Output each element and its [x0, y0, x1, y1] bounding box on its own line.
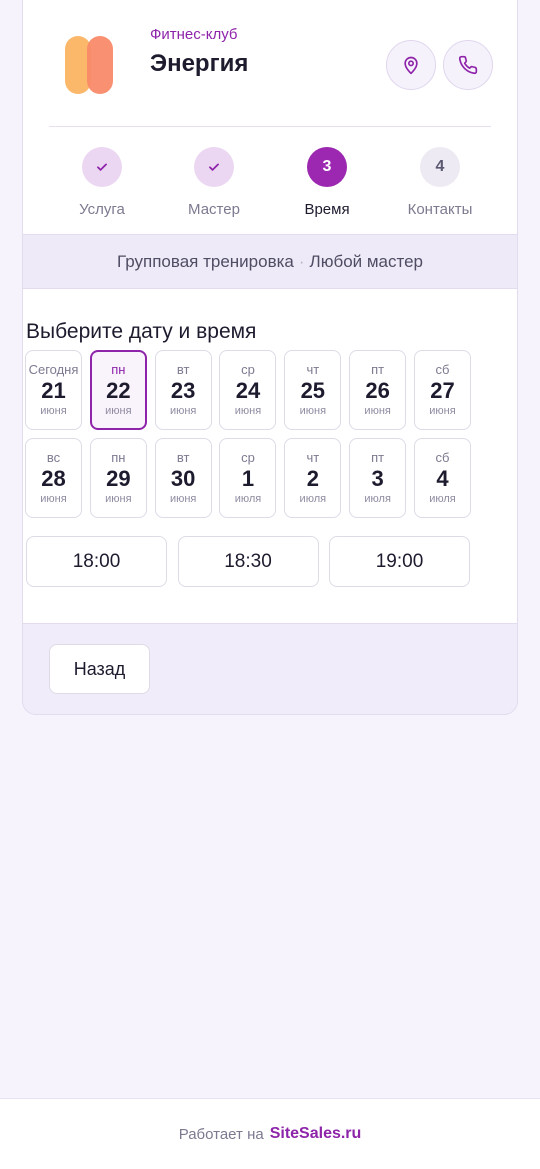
club-subtitle: Фитнес-клуб	[150, 26, 238, 43]
date-month: июля	[234, 493, 262, 505]
date-dow: ср	[241, 450, 255, 465]
date-day: 2	[306, 466, 319, 491]
phone-button[interactable]	[443, 40, 493, 90]
date-cell[interactable]: вт 30 июня	[154, 438, 212, 518]
date-cell[interactable]: сб 4 июля	[413, 438, 471, 518]
date-dow: вт	[176, 362, 190, 377]
header: Фитнес-клуб Энергия	[23, 0, 517, 127]
date-month: июня	[169, 493, 197, 505]
date-day: 22	[106, 378, 131, 403]
date-day: 26	[365, 378, 390, 403]
date-dow: сб	[435, 450, 450, 465]
date-day: 29	[106, 466, 131, 491]
date-month: июня	[169, 405, 197, 417]
date-dow: чт	[306, 450, 320, 465]
date-day: 27	[430, 378, 455, 403]
date-month: июня	[299, 405, 327, 417]
step-number: 3	[307, 147, 347, 187]
date-cell[interactable]: пн 22 июня	[89, 350, 147, 430]
date-dow: пн	[111, 450, 126, 465]
check-icon	[194, 147, 234, 187]
back-button[interactable]: Назад	[49, 644, 150, 694]
date-month: июля	[299, 493, 327, 505]
club-logo	[65, 36, 117, 94]
date-day: 30	[170, 466, 196, 491]
date-cell[interactable]: ср 1 июля	[219, 438, 277, 518]
date-day: 23	[170, 378, 196, 403]
date-month: июня	[364, 405, 391, 417]
date-row: вс 28 июня пн 29 июня вт 30 июня ср 1 июля чт 2 июля пт…	[25, 438, 471, 518]
date-month: июня	[40, 493, 67, 505]
date-dow: вс	[46, 450, 61, 465]
powered-by-prefix: Работает на	[178, 1125, 264, 1143]
phone-icon	[458, 55, 478, 75]
time-slot-button[interactable]: 18:30	[177, 536, 319, 587]
step-service[interactable]: Услуга	[52, 147, 152, 218]
step-master[interactable]: Мастер	[164, 147, 264, 218]
date-month: июня	[429, 405, 456, 417]
date-day: 25	[300, 378, 326, 403]
date-cell[interactable]: пт 3 июля	[349, 438, 407, 518]
date-day: 1	[241, 466, 255, 491]
date-day: 3	[371, 466, 384, 491]
date-month: июня	[105, 493, 132, 505]
check-icon	[82, 147, 122, 187]
date-row: Сегодня 21 июня пн 22 июня вт 23 июня ср 24 июня чт 2…	[25, 350, 471, 430]
step-label: Услуга	[79, 201, 125, 218]
powered-by: Работает на SiteSales.ru	[0, 1098, 540, 1169]
date-cell[interactable]: чт 2 июля	[284, 438, 342, 518]
time-slots: 18:00 18:30 19:00	[26, 536, 470, 587]
selected-service: Групповая тренировка	[116, 251, 294, 271]
step-number: 4	[420, 147, 460, 187]
date-month: июня	[234, 405, 262, 417]
date-dow: сб	[435, 362, 450, 377]
date-dow: вт	[176, 450, 190, 465]
date-cell[interactable]: ср 24 июня	[219, 350, 277, 430]
date-dow: Сегодня	[28, 362, 79, 377]
brand-link[interactable]: SiteSales.ru	[270, 1125, 362, 1143]
step-label: Контакты	[407, 201, 473, 218]
club-title: Энергия	[150, 50, 249, 77]
selected-master: Любой мастер	[309, 251, 424, 271]
step-label: Мастер	[188, 201, 240, 218]
location-button[interactable]	[386, 40, 436, 90]
date-day: 4	[436, 466, 449, 491]
date-month: июля	[429, 493, 456, 505]
date-month: июля	[364, 493, 391, 505]
date-day: 21	[41, 378, 66, 403]
progress-steps: Услуга Мастер 3 Время 4 Контакты	[23, 127, 517, 234]
date-dow: пт	[371, 450, 385, 465]
date-picker: Сегодня 21 июня пн 22 июня вт 23 июня ср 24 июня чт 2…	[25, 350, 471, 526]
step-contacts: 4 Контакты	[390, 147, 490, 218]
date-month: июня	[40, 405, 67, 417]
date-day: 24	[235, 378, 261, 403]
date-cell[interactable]: вс 28 июня	[25, 438, 82, 518]
date-day: 28	[41, 466, 66, 491]
selection-summary: Групповая тренировка · Любой мастер	[23, 234, 517, 289]
card-footer: Назад	[22, 623, 518, 715]
date-dow: пн	[111, 362, 126, 377]
summary-separator: ·	[298, 251, 305, 271]
map-pin-icon	[404, 56, 418, 75]
date-dow: пт	[371, 362, 385, 377]
date-dow: ср	[241, 362, 255, 377]
date-cell[interactable]: чт 25 июня	[284, 350, 342, 430]
date-dow: чт	[306, 362, 320, 377]
date-cell[interactable]: сб 27 июня	[413, 350, 471, 430]
date-month: июня	[105, 405, 132, 417]
step-label: Время	[304, 201, 350, 218]
date-cell[interactable]: пт 26 июня	[349, 350, 407, 430]
date-cell[interactable]: пн 29 июня	[89, 438, 147, 518]
date-cell[interactable]: Сегодня 21 июня	[25, 350, 82, 430]
date-cell[interactable]: вт 23 июня	[154, 350, 212, 430]
time-slot-button[interactable]: 18:00	[26, 536, 167, 587]
time-slot-button[interactable]: 19:00	[329, 536, 470, 587]
section-title: Выберите дату и время	[26, 320, 257, 343]
step-time: 3 Время	[277, 147, 377, 218]
